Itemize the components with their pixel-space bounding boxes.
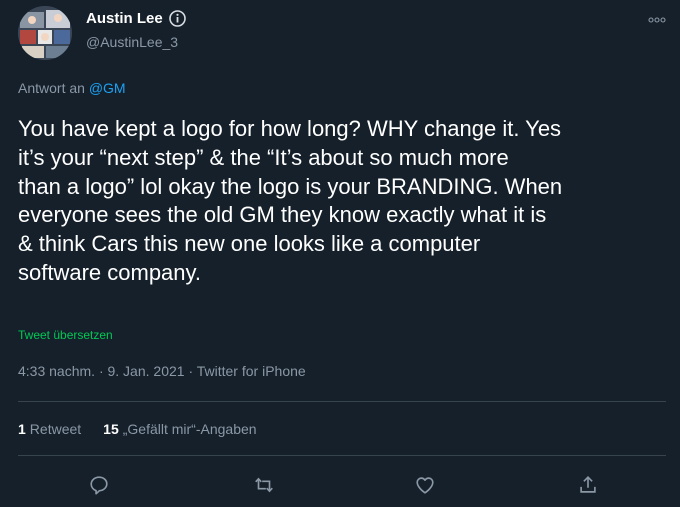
- engagement-stats: 1 Retweet 15 „Gefällt mir“-Angaben: [18, 421, 257, 437]
- tweet-actions: [0, 472, 680, 500]
- likes-label: „Gefällt mir“-Angaben: [122, 421, 257, 437]
- share-icon: [580, 476, 596, 493]
- info-icon: [168, 10, 186, 27]
- retweets-stat[interactable]: 1 Retweet: [18, 421, 81, 437]
- share-button[interactable]: [575, 472, 601, 498]
- divider: [18, 401, 666, 402]
- retweets-count: 1: [18, 421, 26, 437]
- likes-count: 15: [103, 421, 119, 437]
- reply-mention-link[interactable]: @GM: [89, 80, 126, 96]
- reply-prefix: Antwort an: [18, 80, 85, 96]
- author-name-row: Austin Lee: [86, 10, 186, 27]
- likes-stat[interactable]: 15 „Gefällt mir“-Angaben: [103, 421, 256, 437]
- avatar[interactable]: [18, 6, 72, 60]
- retweets-label: Retweet: [29, 421, 82, 437]
- tweet-text: You have kept a logo for how long? WHY c…: [18, 116, 563, 285]
- reply-context: Antwort an @GM: [18, 80, 126, 96]
- author-handle[interactable]: @AustinLee_3: [86, 34, 178, 50]
- translate-tweet-link[interactable]: Tweet übersetzen: [18, 328, 113, 342]
- reply-button[interactable]: [86, 472, 112, 498]
- retweet-icon: [255, 477, 273, 493]
- like-button[interactable]: [412, 472, 438, 498]
- tweet-timestamp-source[interactable]: 4:33 nachm. · 9. Jan. 2021 · Twitter for…: [18, 363, 306, 379]
- retweet-button[interactable]: [251, 472, 277, 498]
- like-icon: [416, 477, 434, 494]
- more-icon[interactable]: [648, 12, 666, 23]
- reply-icon: [90, 476, 108, 495]
- tweet-detail: Austin Lee @AustinLee_3 Antwort an @GM Y…: [0, 0, 680, 507]
- divider: [18, 455, 666, 456]
- author-display-name[interactable]: Austin Lee: [86, 10, 163, 27]
